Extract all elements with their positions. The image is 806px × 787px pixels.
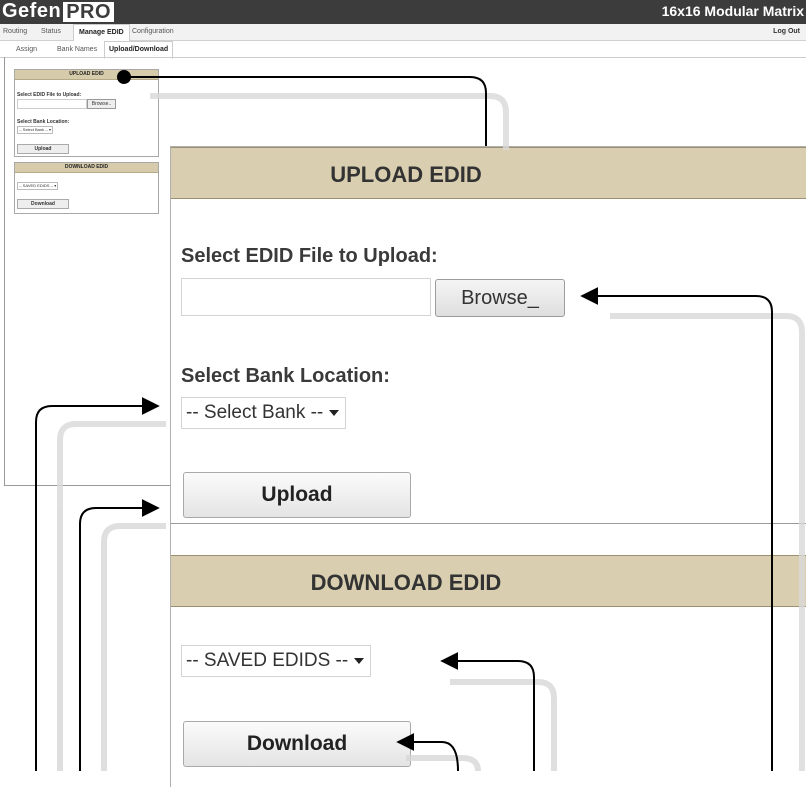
callout-upload-button	[79, 499, 160, 771]
callout-browse	[580, 287, 773, 771]
callout-upload-panel	[124, 76, 487, 146]
callout-bank-select	[35, 397, 160, 771]
callout-shadows	[57, 93, 805, 771]
callout-lines	[35, 70, 805, 771]
